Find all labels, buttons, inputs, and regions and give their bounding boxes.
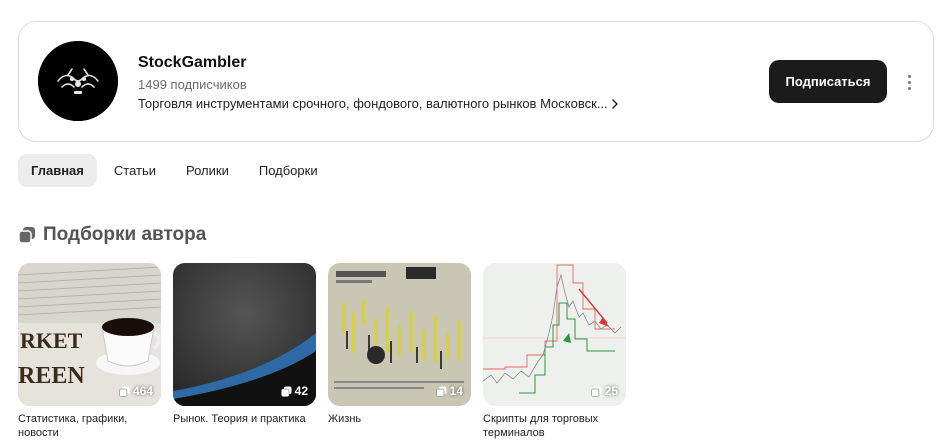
collection-count: 464: [119, 384, 153, 398]
collection-thumbnail[interactable]: 25: [483, 263, 626, 406]
collection-stack-icon: [590, 386, 602, 397]
collection-title[interactable]: Статистика, графики, новости: [18, 412, 158, 440]
channel-description[interactable]: Торговля инструментами срочного, фондово…: [138, 96, 620, 111]
collection-card[interactable]: 14 Жизнь: [328, 263, 471, 426]
collection-thumbnail[interactable]: 14: [328, 263, 471, 406]
subscribe-button[interactable]: Подписаться: [769, 60, 887, 103]
collection-card[interactable]: 42 Рынок. Теория и практика: [173, 263, 316, 426]
tab-videos[interactable]: Ролики: [173, 154, 242, 187]
collection-card[interactable]: RKET REEN 464 Статистика, графики, новос…: [18, 263, 161, 440]
tab-collections[interactable]: Подборки: [246, 154, 331, 187]
collection-count: 42: [280, 384, 308, 398]
collection-stack-icon: [119, 386, 130, 397]
tab-articles[interactable]: Статьи: [101, 154, 169, 187]
collection-thumbnail[interactable]: 42: [173, 263, 316, 406]
channel-tabs: Главная Статьи Ролики Подборки: [18, 154, 335, 187]
channel-name[interactable]: StockGambler: [138, 54, 246, 72]
subscriber-count: 1499 подписчиков: [138, 77, 247, 92]
collection-count: 25: [590, 384, 618, 398]
collection-thumbnail[interactable]: RKET REEN 464: [18, 263, 161, 406]
collection-title[interactable]: Рынок. Теория и практика: [173, 412, 313, 426]
channel-description-text: Торговля инструментами срочного, фондово…: [138, 96, 608, 111]
chevron-right-icon: [611, 98, 618, 109]
section-header: Подборки автора: [18, 224, 206, 246]
more-vertical-icon[interactable]: [901, 68, 917, 96]
collection-title[interactable]: Скрипты для торговых терминалов: [483, 412, 623, 440]
channel-logo-icon: [38, 41, 118, 121]
channel-header-card: StockGambler 1499 подписчиков Торговля и…: [18, 21, 934, 142]
collection-stack-icon: [280, 386, 292, 397]
channel-avatar[interactable]: [38, 41, 118, 121]
collection-count: 14: [435, 384, 463, 398]
section-title: Подборки автора: [43, 224, 207, 245]
collection-stack-icon: [18, 227, 35, 244]
collection-card[interactable]: 25 Скрипты для торговых терминалов: [483, 263, 626, 440]
svg-text:REEN: REEN: [18, 363, 85, 389]
collection-title[interactable]: Жизнь: [328, 412, 468, 426]
svg-text:RKET: RKET: [20, 328, 83, 353]
tab-main[interactable]: Главная: [18, 154, 97, 187]
collection-stack-icon: [435, 386, 447, 397]
